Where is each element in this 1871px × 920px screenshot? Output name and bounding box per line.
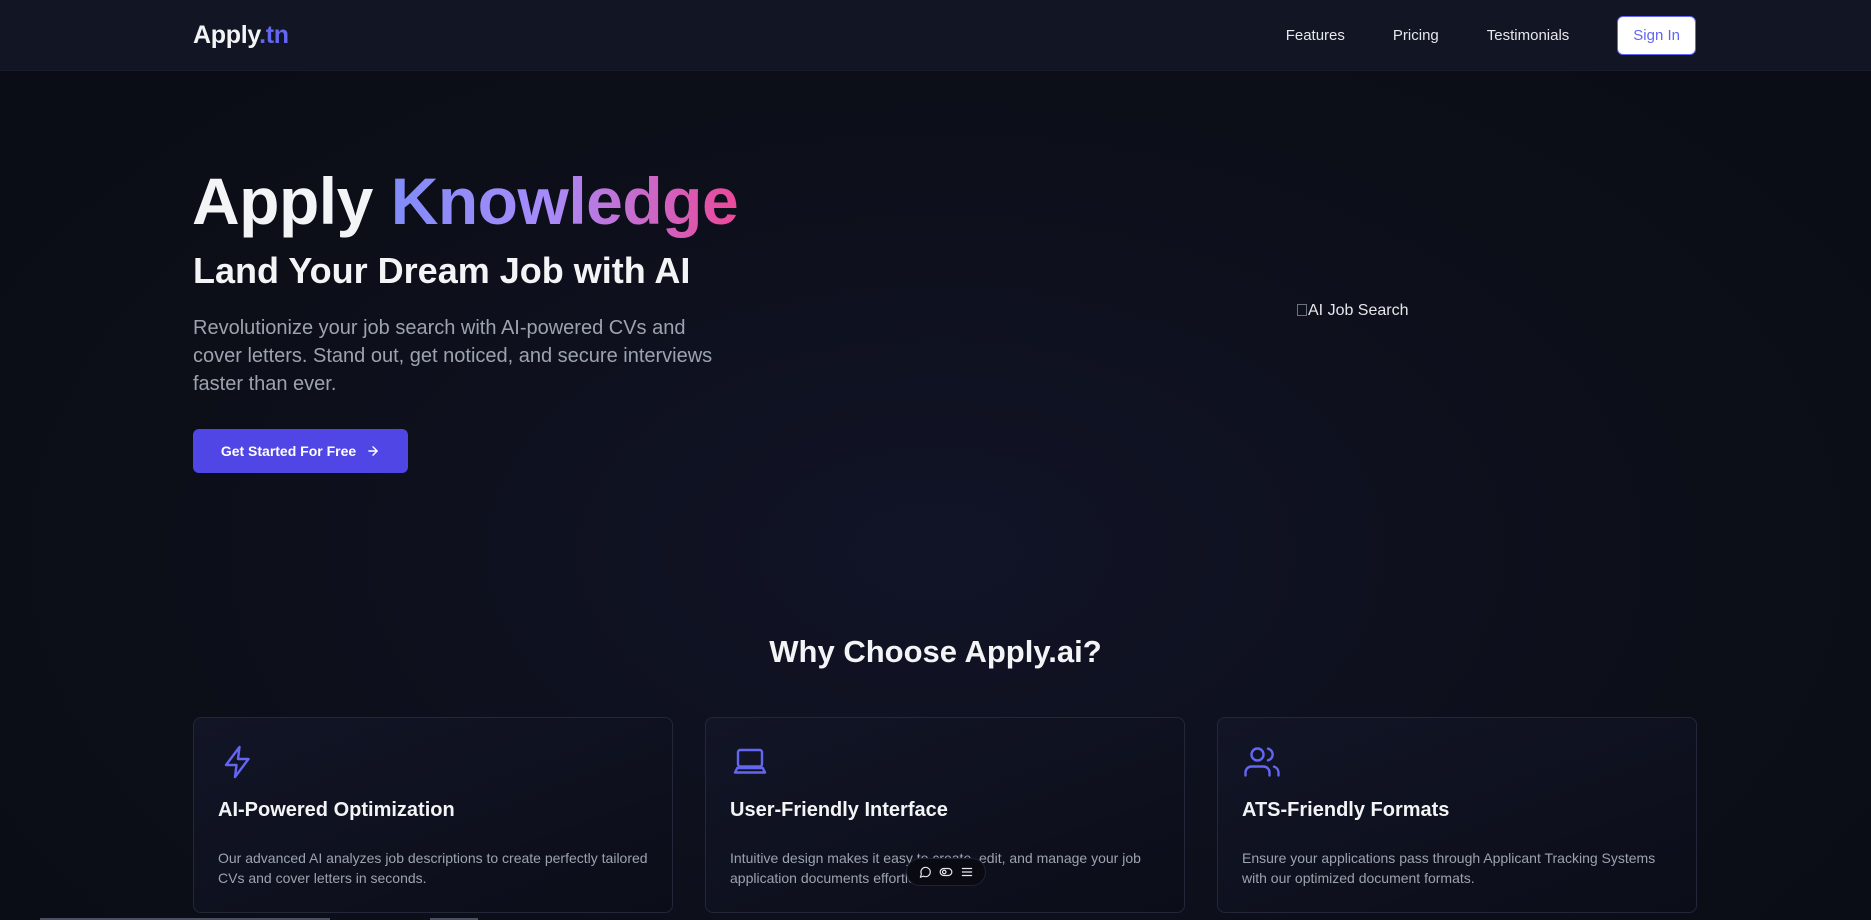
hero-title: Apply Knowledge [192, 168, 739, 234]
feature-card-title: ATS-Friendly Formats [1242, 799, 1450, 821]
hero-subtitle: Land Your Dream Job with AI [193, 250, 691, 291]
sign-in-button[interactable]: Sign In [1617, 15, 1696, 55]
top-navbar: Apply.tn Features Pricing Testimonials S… [0, 0, 1871, 71]
feature-card-title: User-Friendly Interface [730, 799, 948, 821]
nav-link-testimonials[interactable]: Testimonials [1487, 27, 1570, 44]
landing-page: Apply.tn Features Pricing Testimonials S… [0, 0, 1871, 920]
logo-main: Apply [193, 21, 260, 49]
hero-title-word-2: Knowledge [390, 164, 739, 238]
feature-card-title: AI-Powered Optimization [218, 799, 455, 821]
lightning-icon [224, 745, 250, 779]
comment-icon[interactable] [918, 865, 932, 879]
feature-card-description: Our advanced AI analyzes job description… [218, 850, 648, 886]
users-icon [1244, 747, 1280, 777]
logo-accent: .tn [259, 21, 289, 49]
get-started-button[interactable]: Get Started For Free [193, 429, 408, 473]
floating-toolbar [906, 858, 986, 886]
hero-title-word-1: Apply [192, 164, 373, 238]
brand-logo[interactable]: Apply.tn [193, 21, 289, 50]
feature-card-ai: AI-Powered Optimization Our advanced AI … [193, 717, 673, 913]
nav-link-features[interactable]: Features [1286, 27, 1345, 44]
feature-card-description: Ensure your applications pass through Ap… [1242, 850, 1656, 886]
get-started-label: Get Started For Free [220, 443, 357, 459]
arrow-right-icon [368, 446, 378, 456]
features-section-title: Why Choose Apply.ai? [769, 634, 1102, 669]
feature-card-ats: ATS-Friendly Formats Ensure your applica… [1217, 717, 1697, 913]
hero-image-broken: AI Job Search [1297, 302, 1409, 320]
main-nav: Features Pricing Testimonials Sign In [1286, 15, 1696, 55]
hero-image-alt: AI Job Search [1308, 302, 1409, 319]
menu-icon[interactable] [960, 865, 974, 879]
nav-link-pricing[interactable]: Pricing [1393, 27, 1439, 44]
hero-description: Revolutionize your job search with AI-po… [193, 317, 713, 395]
broken-image-icon [1297, 304, 1307, 316]
eye-toggle-icon[interactable] [939, 865, 953, 879]
laptop-icon [733, 748, 767, 774]
